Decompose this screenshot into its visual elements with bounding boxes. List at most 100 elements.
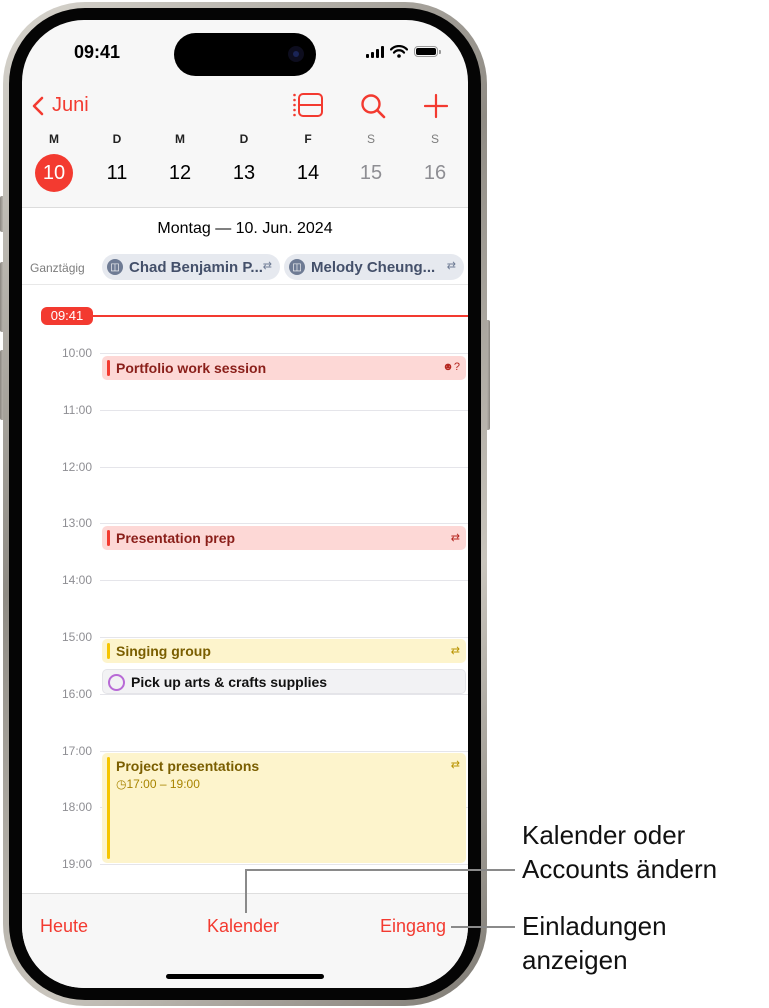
all-day-event-birthday[interactable]: ◫ Chad Benjamin P... ⇄: [102, 254, 280, 280]
invitee-pending-icon: ☻?: [442, 361, 460, 373]
calendar-color-bar: [107, 757, 110, 859]
reminder-title: Pick up arts & crafts supplies: [131, 674, 328, 690]
hour-label: 16:00: [61, 686, 92, 701]
callout-inbox-line: Einladungen: [522, 911, 667, 941]
week-day-12[interactable]: M 12: [160, 132, 200, 192]
hour-gridline: [100, 523, 468, 525]
week-strip: M 10 D 11 M 12 D 13 F 14 S 15 S 16: [22, 132, 468, 208]
search-icon: [361, 94, 386, 119]
week-day-11[interactable]: D 11: [97, 132, 137, 192]
repeat-icon: ⇄: [262, 260, 272, 272]
all-day-label: Ganztägig: [30, 261, 85, 275]
camera-icon: [288, 46, 304, 62]
status-time: 09:41: [74, 42, 121, 62]
repeat-icon: ⇄: [450, 759, 460, 771]
weekday-letter: M: [49, 132, 59, 146]
chevron-left-icon: [32, 96, 44, 115]
reminder-pick-up-supplies[interactable]: Pick up arts & crafts supplies: [102, 669, 466, 694]
hour-gridline: [100, 353, 468, 354]
day-number: 12: [168, 162, 192, 184]
hour-label: 10:00: [61, 346, 92, 360]
callout-line-calendars: [245, 869, 515, 871]
callout-inbox-line: anzeigen: [522, 945, 628, 975]
add-icon: [423, 93, 449, 119]
current-time-line: [92, 315, 468, 317]
gift-icon: ◫: [107, 259, 123, 275]
event-title: Presentation prep: [116, 530, 236, 546]
back-to-month-button[interactable]: Juni: [32, 94, 89, 117]
day-number: 15: [359, 162, 383, 184]
home-indicator[interactable]: [166, 974, 324, 979]
reminder-checkbox[interactable]: [108, 674, 125, 691]
hour-label: 15:00: [61, 630, 92, 644]
today-button[interactable]: Heute: [40, 916, 88, 937]
callout-calendars-line: Kalender oder: [522, 820, 686, 850]
current-time-badge: 09:41: [41, 307, 93, 325]
callout-calendars: Kalender oder Accounts ändern: [522, 818, 717, 886]
hour-row: 11:00: [22, 403, 468, 424]
divider: [22, 284, 468, 285]
back-label: Juni: [52, 94, 89, 116]
hour-label: 14:00: [61, 573, 92, 588]
all-day-event-birthday[interactable]: ◫ Melody Cheung... ⇄: [284, 254, 464, 280]
day-view: Montag — 10. Jun. 2024 Ganztägig ◫ Chad …: [22, 208, 468, 893]
repeat-icon: ⇄: [446, 260, 456, 272]
event-project-presentations[interactable]: Project presentations ◷17:00 – 19:00 ⇄: [102, 753, 466, 863]
inbox-button[interactable]: Eingang: [380, 916, 446, 937]
event-singing-group[interactable]: Singing group ⇄: [102, 639, 466, 663]
hour-row: 16:00: [22, 687, 468, 708]
event-time: ◷17:00 – 19:00: [116, 777, 200, 791]
event-presentation-prep[interactable]: Presentation prep ⇄: [102, 526, 466, 550]
hour-label: 19:00: [61, 857, 92, 872]
hour-label: 18:00: [61, 800, 92, 815]
add-event-button[interactable]: [423, 92, 449, 127]
repeat-icon: ⇄: [450, 645, 460, 657]
weekday-letter: F: [304, 132, 312, 146]
day-number: 11: [106, 162, 128, 184]
list-view-button[interactable]: [292, 92, 324, 127]
repeat-icon: ⇄: [450, 532, 460, 544]
cellular-signal-icon: [366, 45, 384, 58]
phone-screen: 09:41 Juni M 10 D 11 M 12 D 13 F 14 S 15…: [22, 20, 468, 988]
hour-label: 17:00: [61, 743, 92, 758]
event-portfolio-work-session[interactable]: Portfolio work session ☻?: [102, 356, 466, 380]
weekday-letter: D: [239, 132, 249, 146]
weekday-letter: S: [366, 132, 375, 146]
callout-calendars-line: Accounts ändern: [522, 854, 718, 884]
clock-icon: ◷: [116, 777, 127, 791]
hour-label: 12:00: [61, 459, 92, 474]
week-day-16[interactable]: S 16: [415, 132, 455, 192]
callout-inbox: Einladungen anzeigen: [522, 909, 667, 977]
hour-row: 12:00: [22, 460, 468, 481]
hour-row: 14:00: [22, 573, 468, 594]
weekday-letter: D: [112, 132, 122, 146]
hour-gridline: [100, 750, 468, 752]
calendar-color-bar: [107, 360, 110, 376]
hour-gridline: [100, 466, 468, 468]
event-title: Project presentations: [116, 758, 260, 774]
weekday-letter: S: [430, 132, 439, 146]
event-title: Singing group: [116, 643, 211, 659]
day-number: 14: [296, 162, 320, 184]
calendars-button[interactable]: Kalender: [207, 916, 279, 937]
week-day-10[interactable]: M 10: [34, 132, 74, 192]
event-title: Portfolio work session: [116, 360, 267, 376]
hour-label: 13:00: [61, 516, 92, 531]
day-number: 13: [232, 162, 256, 184]
status-icons: [366, 45, 441, 58]
calendar-color-bar: [107, 643, 110, 659]
week-day-14[interactable]: F 14: [288, 132, 328, 192]
battery-icon: [414, 46, 441, 57]
calendar-color-bar: [107, 530, 110, 546]
day-number: 10: [35, 154, 73, 192]
week-day-13[interactable]: D 13: [224, 132, 264, 192]
week-day-15[interactable]: S 15: [351, 132, 391, 192]
search-button[interactable]: [360, 92, 388, 127]
weekday-letter: M: [175, 132, 185, 146]
gift-icon: ◫: [289, 259, 305, 275]
hour-label: 11:00: [62, 402, 92, 417]
all-day-event-title: Chad Benjamin P...: [129, 258, 263, 276]
hour-gridline: [100, 637, 468, 638]
callout-line-calendars: [245, 869, 247, 913]
event-time-text: 17:00 – 19:00: [126, 777, 200, 791]
